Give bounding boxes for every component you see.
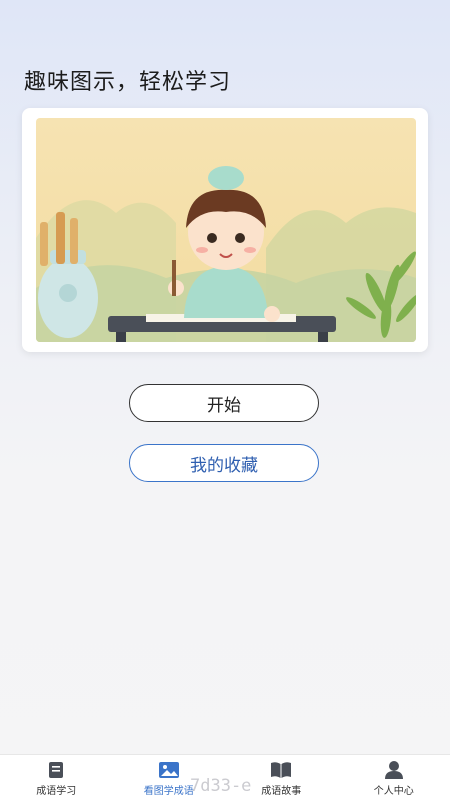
page-title: 趣味图示，轻松学习 <box>24 64 231 96</box>
start-button[interactable]: 开始 <box>129 384 319 422</box>
image-icon <box>158 760 180 780</box>
tab-label: 个人中心 <box>374 782 414 797</box>
tab-picture-idioms[interactable]: 看图学成语 <box>113 755 226 801</box>
bottom-tab-bar: 成语学习 看图学成语 成语故事 个人中心 <box>0 754 450 801</box>
my-favorites-button[interactable]: 我的收藏 <box>129 444 319 482</box>
open-book-icon <box>270 760 292 780</box>
banner-illustration <box>36 118 416 342</box>
tab-label: 成语学习 <box>36 782 76 797</box>
person-icon <box>383 760 405 780</box>
tab-label: 成语故事 <box>261 782 301 797</box>
tab-idiom-stories[interactable]: 成语故事 <box>225 755 338 801</box>
book-icon <box>45 760 67 780</box>
tab-personal-center[interactable]: 个人中心 <box>338 755 450 801</box>
tab-label: 看图学成语 <box>144 782 194 797</box>
banner-card <box>22 108 428 352</box>
tab-idiom-study[interactable]: 成语学习 <box>0 755 113 801</box>
